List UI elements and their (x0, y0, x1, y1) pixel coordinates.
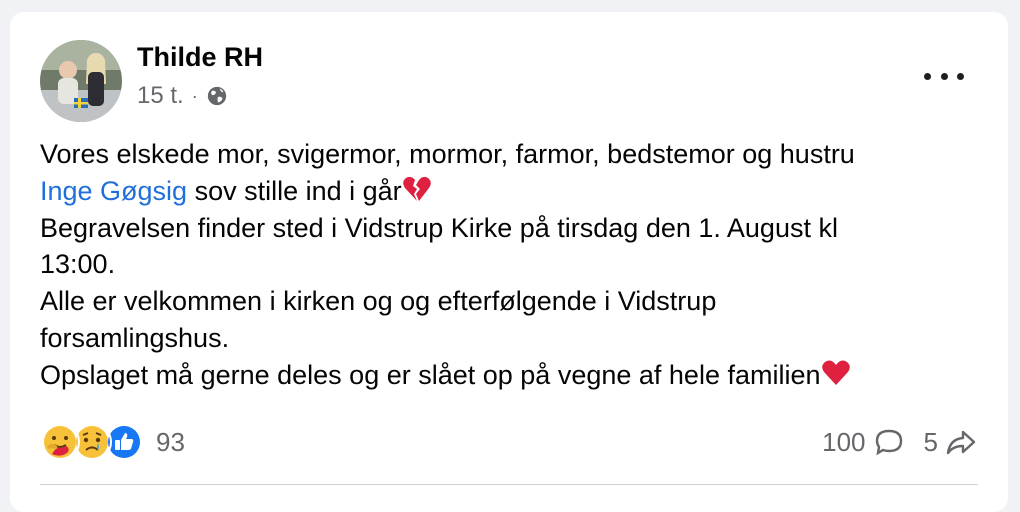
body-line: Vores elskede mor, svigermor, mormor, fa… (40, 139, 855, 169)
dot (957, 72, 964, 80)
comments-stat[interactable]: 100 (822, 425, 905, 459)
globe-icon[interactable] (206, 85, 228, 107)
tagged-person-link[interactable]: Inge Gøgsig (40, 176, 187, 206)
post-body: Vores elskede mor, svigermor, mormor, fa… (40, 136, 980, 394)
comment-count: 100 (822, 426, 866, 457)
body-text-segment: sov stille ind i går (187, 175, 402, 206)
dot (924, 72, 931, 80)
author-avatar[interactable] (40, 40, 122, 122)
body-line: Alle er velkommen i kirken og og efterfø… (40, 286, 717, 317)
meta-separator: · (191, 85, 198, 106)
avatar-photo (40, 40, 122, 122)
reactions-summary[interactable]: 93 (40, 422, 185, 462)
post-card: Thilde RH 15 t. · Vores elskede mor, svi… (10, 12, 1008, 512)
post-meta: 15 t. · (137, 80, 228, 112)
shares-stat[interactable]: 5 (924, 425, 978, 459)
body-line: Begravelsen finder sted i Vidstrup Kirke… (40, 212, 838, 243)
author-name[interactable]: Thilde RH (137, 40, 263, 74)
post-timestamp[interactable]: 15 t. (137, 82, 184, 110)
more-options-icon[interactable] (924, 64, 964, 88)
share-count: 5 (923, 426, 938, 457)
dot (940, 72, 948, 80)
body-line: 13:00. (40, 249, 116, 280)
share-icon (944, 425, 978, 459)
divider (40, 484, 978, 485)
broken-heart-emoji (402, 174, 432, 204)
red-heart-emoji (821, 358, 851, 388)
body-line: Inge Gøgsig sov stille ind i går (40, 173, 980, 210)
comment-icon (872, 425, 906, 459)
post-stats: 100 5 (822, 422, 978, 462)
reaction-count: 93 (156, 426, 185, 457)
care-reaction-icon (40, 422, 80, 462)
body-line: Opslaget må gerne deles og er slået op p… (40, 357, 980, 394)
body-line: forsamlingshus. (40, 322, 230, 353)
body-text-segment: Opslaget må gerne deles og er slået op p… (40, 359, 821, 390)
